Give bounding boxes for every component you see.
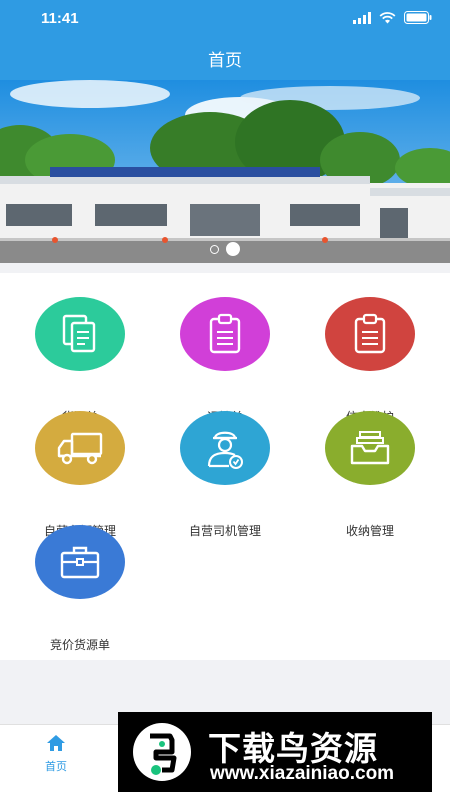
banner-carousel[interactable] bbox=[0, 80, 450, 263]
wifi-icon bbox=[379, 11, 396, 23]
bird-logo-icon bbox=[133, 723, 191, 781]
menu-icon-circle bbox=[35, 297, 125, 371]
driver-icon bbox=[207, 431, 243, 469]
tab-home[interactable]: 首页 bbox=[32, 734, 80, 774]
banner-image bbox=[0, 80, 450, 263]
status-bar: 11:41 bbox=[0, 0, 450, 36]
watermark-overlay: 下载鸟资源 www.xiazainiao.com bbox=[118, 712, 432, 792]
tab-home-label: 首页 bbox=[45, 760, 67, 773]
menu-item-label: 竞价货源单 bbox=[49, 638, 110, 652]
battery-icon bbox=[404, 11, 432, 24]
inbox-tray-icon bbox=[350, 431, 390, 465]
status-icons bbox=[353, 11, 432, 24]
truck-icon bbox=[57, 432, 103, 465]
watermark-url: www.xiazainiao.com bbox=[210, 763, 395, 784]
status-time: 11:41 bbox=[41, 10, 79, 27]
navigation-bar: 首页 bbox=[0, 36, 450, 80]
function-menu: 货源单 运输单 信息维护 bbox=[0, 273, 450, 660]
menu-item-vehicle-management[interactable]: 自营车辆管理 bbox=[5, 411, 155, 538]
home-icon bbox=[47, 735, 65, 751]
clipboard-icon bbox=[354, 313, 386, 354]
carousel-indicator bbox=[0, 242, 450, 256]
menu-item-source-orders[interactable]: 货源单 bbox=[5, 297, 155, 424]
menu-item-label: 自营司机管理 bbox=[188, 524, 261, 538]
menu-item-driver-management[interactable]: 自营司机管理 bbox=[150, 411, 300, 538]
menu-item-info-maintenance[interactable]: 信息维护 bbox=[295, 297, 445, 424]
menu-icon-circle bbox=[180, 411, 270, 485]
menu-item-bidding-source-orders[interactable]: 竞价货源单 bbox=[5, 525, 155, 652]
briefcase-icon bbox=[60, 546, 100, 579]
menu-item-label: 收纳管理 bbox=[345, 524, 394, 538]
carousel-dot-active[interactable] bbox=[226, 242, 240, 256]
clipboard-icon bbox=[209, 313, 241, 354]
menu-item-transport-orders[interactable]: 运输单 bbox=[150, 297, 300, 424]
menu-icon-circle bbox=[325, 297, 415, 371]
documents-icon bbox=[62, 314, 96, 353]
carousel-dot[interactable] bbox=[210, 244, 219, 254]
page-title: 首页 bbox=[208, 51, 242, 71]
menu-icon-circle bbox=[180, 297, 270, 371]
menu-icon-circle bbox=[35, 411, 125, 485]
menu-icon-circle bbox=[35, 525, 125, 599]
menu-item-storage-management[interactable]: 收纳管理 bbox=[295, 411, 445, 538]
signal-icon bbox=[353, 11, 371, 24]
menu-icon-circle bbox=[325, 411, 415, 485]
